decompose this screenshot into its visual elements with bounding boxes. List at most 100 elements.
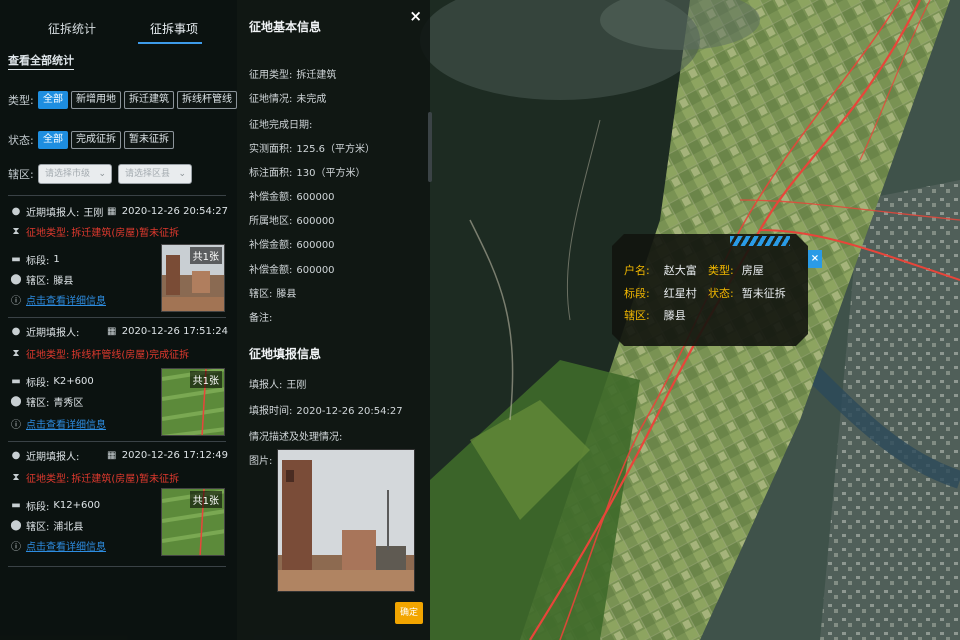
record-type-label: 征地类型: xyxy=(26,349,70,361)
district-label: 辖区: xyxy=(26,275,50,287)
detail-field-value: 130（平方米） xyxy=(296,168,366,179)
district-value: 浦北县 xyxy=(53,521,84,533)
chevron-down-icon: ⌄ xyxy=(98,169,106,179)
divider xyxy=(8,441,226,442)
detail-field-label: 补偿金额: xyxy=(249,265,293,276)
detail-field-label: 所属地区: xyxy=(249,216,293,227)
record-card[interactable]: ● 近期填报人: ▦ 2020-12-26 17:12:49 ⧗ 征地类型: 拆迁建筑(… xyxy=(10,448,228,566)
report-field: 情况描述及处理情况: xyxy=(249,428,346,443)
view-details-link[interactable]: 点击查看详细信息 xyxy=(26,416,106,431)
section-value: 1 xyxy=(53,253,60,265)
popup-close-button[interactable]: × xyxy=(808,250,822,268)
location-pin-icon: ⬤ xyxy=(10,519,22,531)
section-label: 标段: xyxy=(26,501,50,513)
status-chip-all[interactable]: 全部 xyxy=(38,131,68,149)
district-filter-label: 辖区: xyxy=(8,168,34,181)
reporter-value: 王刚 xyxy=(83,207,104,219)
district-value: 滕县 xyxy=(53,275,74,287)
report-field-value: 2020-12-26 20:54:27 xyxy=(296,406,403,417)
type-filter-label: 类型: xyxy=(8,94,34,107)
section-value: K12+600 xyxy=(53,499,101,511)
detail-field-label: 备注: xyxy=(249,313,273,324)
detail-field-value: 125.6（平方米） xyxy=(296,144,376,155)
status-chip-pending[interactable]: 暂未征拆 xyxy=(124,131,174,149)
divider xyxy=(8,317,226,318)
record-photo[interactable]: 共1张 xyxy=(161,244,225,312)
type-chip-new-land[interactable]: 新增用地 xyxy=(71,91,121,109)
county-select[interactable]: 请选择区县 ⌄ xyxy=(118,164,192,184)
district-label: 辖区: xyxy=(26,397,50,409)
demolition-site-photo xyxy=(278,450,414,591)
detail-field-value: 600000 xyxy=(296,216,335,227)
close-icon[interactable]: × xyxy=(409,7,422,25)
detail-field-label: 辖区: xyxy=(249,289,273,300)
user-icon: ● xyxy=(11,449,21,461)
view-details-link[interactable]: 点击查看详细信息 xyxy=(26,538,106,553)
report-field-label: 填报时间: xyxy=(249,406,293,417)
district-filter-row: 辖区: 请选择市级 ⌄ 请选择区县 ⌄ xyxy=(8,164,198,184)
popup-type-label: 类型: xyxy=(708,264,734,277)
ruler-icon: ▬ xyxy=(11,253,21,265)
divider xyxy=(8,566,226,567)
type-chip-all[interactable]: 全部 xyxy=(38,91,68,109)
status-filter-label: 状态: xyxy=(8,134,34,147)
report-field-value: 王刚 xyxy=(286,380,307,391)
confirm-button[interactable]: 确定 xyxy=(395,602,423,624)
record-type-value: 拆迁建筑(房屋)暂未征拆 xyxy=(71,227,180,239)
popup-status-label: 状态: xyxy=(708,287,734,300)
calendar-icon: ▦ xyxy=(107,449,117,461)
report-photo[interactable] xyxy=(277,449,415,592)
record-date: 2020-12-26 17:12:49 xyxy=(121,449,228,461)
user-icon: ● xyxy=(11,325,21,337)
detail-title: 征地基本信息 xyxy=(249,20,322,34)
record-date: 2020-12-26 17:51:24 xyxy=(121,325,228,337)
detail-field-value: 滕县 xyxy=(276,289,297,300)
tab-statistics[interactable]: 征拆统计 xyxy=(48,20,96,37)
record-photo[interactable]: 共1张 xyxy=(161,368,225,436)
detail-field-label: 实测面积: xyxy=(249,144,293,155)
reporter-label: 近期填报人: xyxy=(26,327,80,339)
photo-count-badge: 共1张 xyxy=(189,371,222,388)
record-card[interactable]: ● 近期填报人: 王刚 ▦ 2020-12-26 20:54:27 ⧗ 征地类型: 拆迁建… xyxy=(10,204,228,322)
detail-field-label: 标注面积: xyxy=(249,168,293,179)
view-all-statistics-link[interactable]: 查看全部统计 xyxy=(8,52,74,70)
district-value: 青秀区 xyxy=(53,397,84,409)
record-photo[interactable]: 共1张 xyxy=(161,488,225,556)
ruler-icon: ▬ xyxy=(11,499,21,511)
popup-type-value: 房屋 xyxy=(741,264,764,277)
detail-field: 辖区: 滕县 xyxy=(249,285,296,300)
city-select[interactable]: 请选择市级 ⌄ xyxy=(38,164,112,184)
record-card[interactable]: ● 近期填报人: ▦ 2020-12-26 17:51:24 ⧗ 征地类型: 拆线杆管线… xyxy=(10,324,228,442)
hourglass-icon: ⧗ xyxy=(12,471,20,483)
section-label: 标段: xyxy=(26,377,50,389)
type-chip-pole-pipeline[interactable]: 拆线杆管线 xyxy=(177,91,237,109)
detail-field-label: 征地完成日期: xyxy=(249,120,313,131)
section-value: K2+600 xyxy=(53,375,94,387)
view-details-link[interactable]: 点击查看详细信息 xyxy=(26,292,106,307)
parcel-info-popup: × 户名: 赵大富 类型: 房屋 标段: 红星村 状态: 暂未征拆 辖区: 滕县 xyxy=(612,234,822,346)
popup-district-label: 辖区: xyxy=(624,309,650,322)
calendar-icon: ▦ xyxy=(107,205,117,217)
report-field-label: 图片: xyxy=(249,456,273,467)
detail-scrollbar[interactable] xyxy=(428,112,432,182)
detail-field-value: 600000 xyxy=(296,265,335,276)
status-chip-completed[interactable]: 完成征拆 xyxy=(71,131,121,149)
photo-count-badge: 共1张 xyxy=(189,247,222,264)
type-chip-demolish-building[interactable]: 拆迁建筑 xyxy=(124,91,174,109)
detail-field: 征地完成日期: xyxy=(249,116,316,131)
report-field: 图片: xyxy=(249,452,276,467)
popup-section-value: 红星村 xyxy=(663,287,697,300)
location-pin-icon: ⬤ xyxy=(10,273,22,285)
info-icon: ⓘ xyxy=(11,295,21,307)
report-field: 填报人: 王刚 xyxy=(249,376,306,391)
detail-field-label: 征用类型: xyxy=(249,70,293,81)
popup-owner-value: 赵大富 xyxy=(663,264,697,277)
photo-count-badge: 共1张 xyxy=(189,491,222,508)
ruler-icon: ▬ xyxy=(11,375,21,387)
location-pin-icon: ⬤ xyxy=(10,395,22,407)
city-select-placeholder: 请选择市级 xyxy=(45,169,91,179)
section-label: 标段: xyxy=(26,255,50,267)
detail-field-value: 拆迁建筑 xyxy=(296,70,337,81)
detail-field: 补偿金额: 600000 xyxy=(249,236,335,251)
tab-items[interactable]: 征拆事项 xyxy=(150,20,198,37)
